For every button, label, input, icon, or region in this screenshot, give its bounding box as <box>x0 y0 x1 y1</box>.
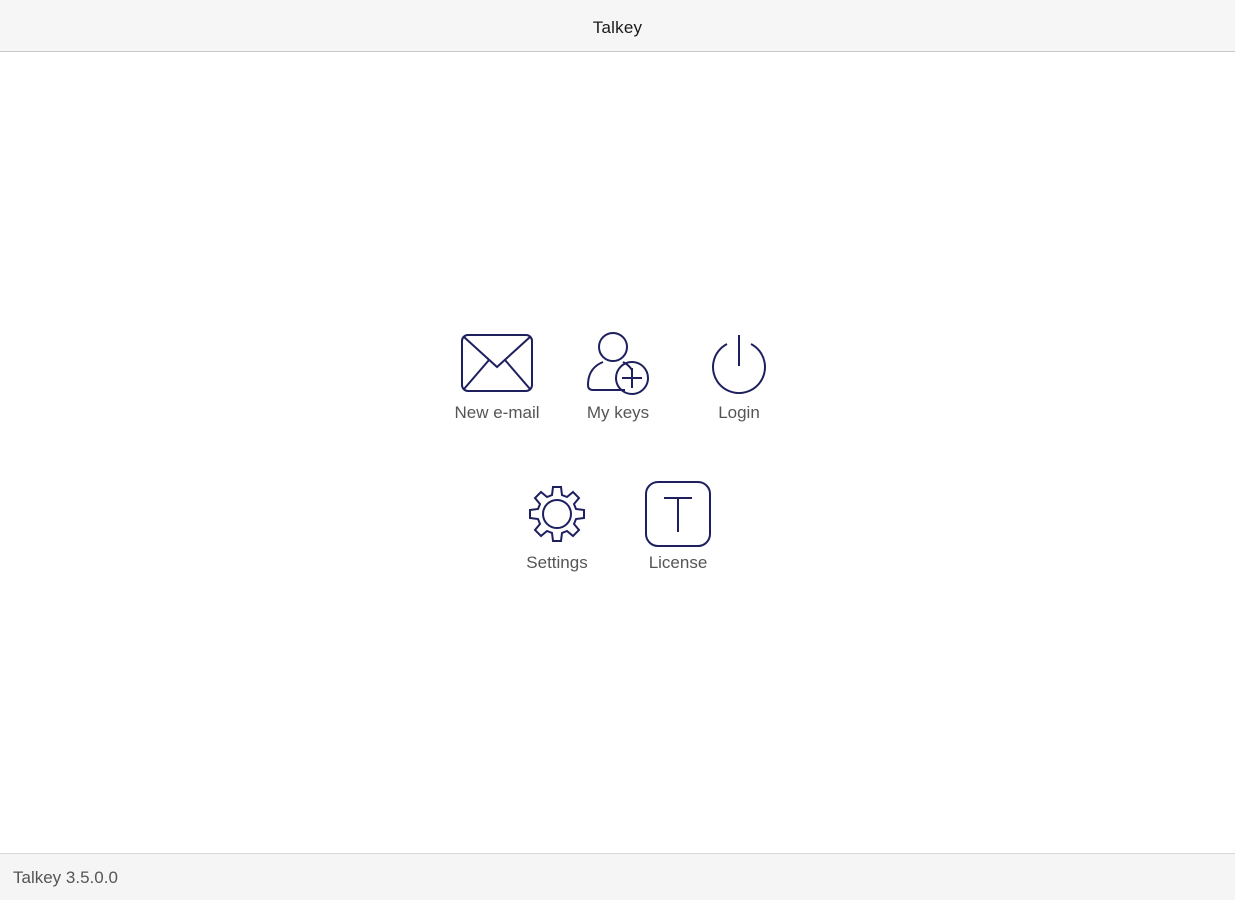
license-label: License <box>648 553 708 572</box>
window-title: Talkey <box>592 17 643 37</box>
status-bar: Talkey 3.5.0.0 <box>0 853 1235 900</box>
new-email-button[interactable]: New e-mail <box>442 330 552 430</box>
user-add-icon <box>563 330 673 396</box>
power-icon <box>684 330 794 396</box>
envelope-icon <box>442 330 552 396</box>
gear-icon <box>502 480 612 546</box>
license-button[interactable]: License <box>623 480 733 580</box>
my-keys-button[interactable]: My keys <box>563 330 673 430</box>
login-button[interactable]: Login <box>684 330 794 430</box>
settings-button[interactable]: Settings <box>502 480 612 580</box>
title-bar: Talkey <box>0 0 1235 52</box>
version-label: Talkey 3.5.0.0 <box>13 868 118 887</box>
login-label: Login <box>718 403 760 422</box>
license-t-icon <box>623 480 733 547</box>
